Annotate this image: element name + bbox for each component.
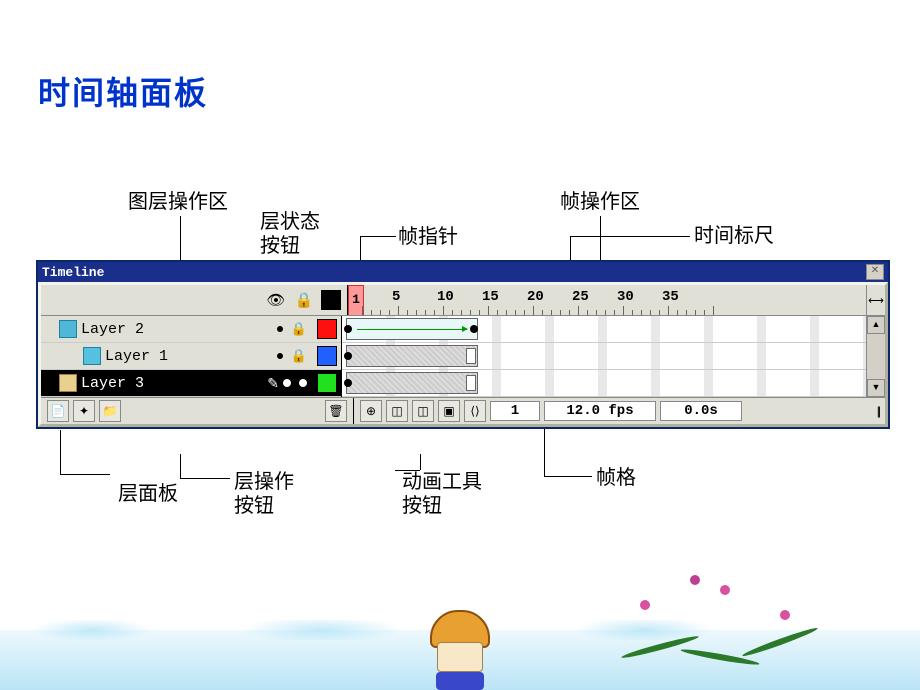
layer-type-icon (59, 374, 77, 392)
decorative-footer (0, 590, 920, 690)
ann-line (395, 470, 420, 471)
center-frame-icon[interactable]: ⊕ (360, 400, 382, 422)
ann-line (180, 478, 230, 479)
ann-line (60, 430, 61, 474)
keyframe-icon[interactable] (344, 379, 352, 387)
layer-type-icon (59, 320, 77, 338)
layer-type-icon (83, 347, 101, 365)
ruler-mark: 25 (572, 289, 589, 315)
blank-keyframe-icon[interactable] (466, 375, 476, 391)
blank-keyframe-icon[interactable] (466, 348, 476, 364)
ann-layer-ops-area: 图层操作区 (128, 190, 228, 214)
layer-row[interactable]: Layer 1 🔒 (41, 343, 341, 370)
layer-name: Layer 3 (81, 375, 263, 392)
ann-layer-state-btns: 层状态 按钮 (260, 210, 320, 258)
scroll-down-icon[interactable]: ▼ (867, 379, 885, 397)
scrollbar-vertical[interactable]: ▲ ▼ (866, 316, 885, 397)
lock-icon[interactable]: 🔒 (291, 348, 307, 364)
frames-area[interactable] (342, 316, 866, 397)
onion-outline-icon[interactable]: ◫ (412, 400, 434, 422)
keyframe-icon[interactable] (344, 352, 352, 360)
frame-track[interactable] (342, 370, 866, 397)
visibility-dot[interactable] (277, 353, 283, 359)
ann-layer-panel: 层面板 (118, 482, 178, 506)
timeline-panel: Timeline ✕ 👁 🔒 1 5 10 15 20 25 30 35 ⟷ Layer 2… (36, 260, 890, 429)
layer-color-swatch[interactable] (317, 346, 337, 366)
ruler-mark: 15 (482, 289, 499, 315)
ann-line (180, 454, 181, 478)
scroll-up-icon[interactable]: ▲ (867, 316, 885, 334)
ann-frame-cell: 帧格 (596, 466, 636, 490)
time-display: 0.0s (660, 401, 742, 421)
sprite-character (430, 610, 490, 680)
delete-layer-icon[interactable]: 🗑 (325, 400, 347, 422)
layers-list: Layer 2 🔒 Layer 1 🔒 Layer 3✎ (41, 316, 342, 397)
onion-skin-icon[interactable]: ◫ (386, 400, 408, 422)
outline-toggle-icon[interactable] (321, 290, 341, 310)
layer-row[interactable]: Layer 3✎ (41, 370, 341, 397)
ruler[interactable]: 1 5101520253035 (348, 285, 866, 315)
ruler-mark: 20 (527, 289, 544, 315)
titlebar[interactable]: Timeline ✕ (38, 262, 888, 282)
frame-span[interactable] (346, 345, 478, 367)
ruler-mark: 30 (617, 289, 634, 315)
onion-marker-icon[interactable]: ⟨⟩ (464, 400, 486, 422)
lock-dot[interactable] (299, 379, 307, 387)
frame-tools: ⊕ ◫ ◫ ▣ ⟨⟩ 1 12.0 fps 0.0s || (354, 398, 885, 424)
tween-span[interactable] (346, 318, 478, 340)
ann-frame-area: 帧操作区 (560, 190, 640, 214)
layer-name: Layer 1 (105, 348, 273, 365)
ruler-menu-icon[interactable]: ⟷ (866, 285, 885, 315)
flowers-decoration (600, 560, 860, 680)
frame-track[interactable] (342, 316, 866, 343)
layer-color-swatch[interactable] (317, 319, 337, 339)
ruler-mark: 35 (662, 289, 679, 315)
close-icon[interactable]: ✕ (866, 264, 884, 280)
frame-span[interactable] (346, 372, 478, 394)
scroll-grip-icon[interactable]: || (877, 404, 879, 418)
ann-line (360, 236, 396, 237)
lock-icon[interactable]: 🔒 (293, 289, 315, 311)
page-title: 时间轴面板 (38, 68, 208, 114)
layer-row[interactable]: Layer 2 🔒 (41, 316, 341, 343)
add-layer-icon[interactable]: 📄 (47, 400, 69, 422)
current-frame-display: 1 (490, 401, 540, 421)
visibility-dot[interactable] (283, 379, 291, 387)
ann-line (420, 454, 421, 470)
layer-tools: 📄 ✦ 📁 🗑 (41, 398, 354, 424)
ann-line (570, 236, 690, 237)
lock-icon[interactable]: 🔒 (291, 321, 307, 337)
ruler-mark: 5 (392, 289, 400, 315)
ann-playhead: 帧指针 (398, 225, 458, 249)
keyframe-icon[interactable] (344, 325, 352, 333)
ann-line (180, 216, 181, 260)
layer-header-controls: 👁 🔒 (41, 285, 348, 315)
add-guide-icon[interactable]: ✦ (73, 400, 95, 422)
ann-line (600, 216, 601, 260)
frame-track[interactable] (342, 343, 866, 370)
layer-color-swatch[interactable] (317, 373, 337, 393)
layer-name: Layer 2 (81, 321, 273, 338)
ann-line (544, 476, 592, 477)
pencil-icon: ✎ (267, 375, 279, 392)
eye-icon[interactable]: 👁 (265, 289, 287, 311)
ann-anim-tool-btns: 动画工具 按钮 (402, 470, 482, 518)
ann-layer-ops-btns: 层操作 按钮 (234, 470, 294, 518)
visibility-dot[interactable] (277, 326, 283, 332)
fps-display: 12.0 fps (544, 401, 656, 421)
edit-multi-icon[interactable]: ▣ (438, 400, 460, 422)
keyframe-icon[interactable] (470, 325, 478, 333)
add-folder-icon[interactable]: 📁 (99, 400, 121, 422)
window-title: Timeline (42, 265, 866, 280)
ann-line (60, 474, 110, 475)
ann-time-ruler: 时间标尺 (694, 224, 774, 248)
ruler-mark: 10 (437, 289, 454, 315)
